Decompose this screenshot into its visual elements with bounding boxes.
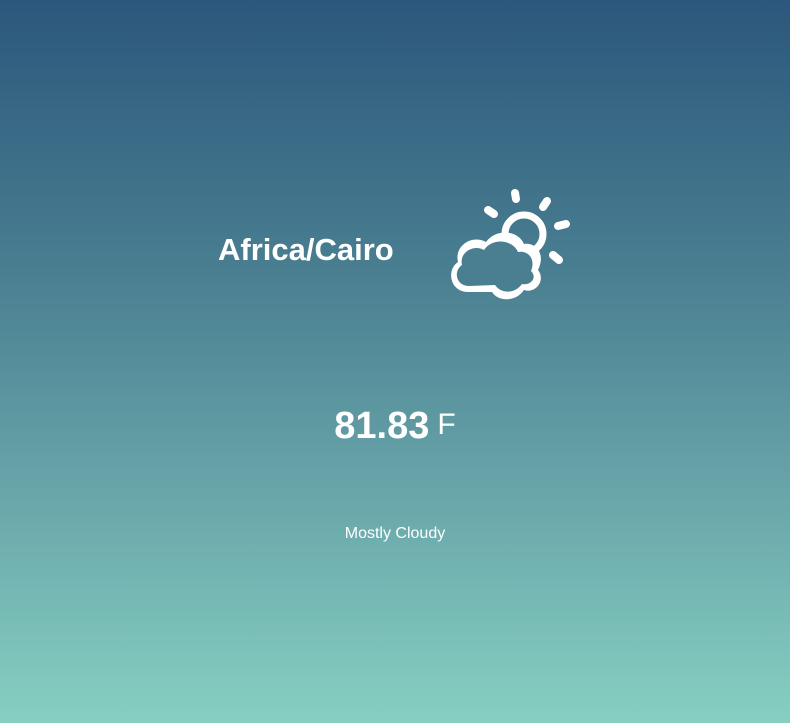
location-timezone: Africa/Cairo [218,232,394,267]
partly-cloudy-day-icon [438,182,578,312]
temperature-display: 81.83 F [0,403,790,456]
weather-summary: Mostly Cloudy [344,525,446,542]
temperature-value: 81.83 [334,405,430,447]
temperature-unit: F [437,408,456,441]
